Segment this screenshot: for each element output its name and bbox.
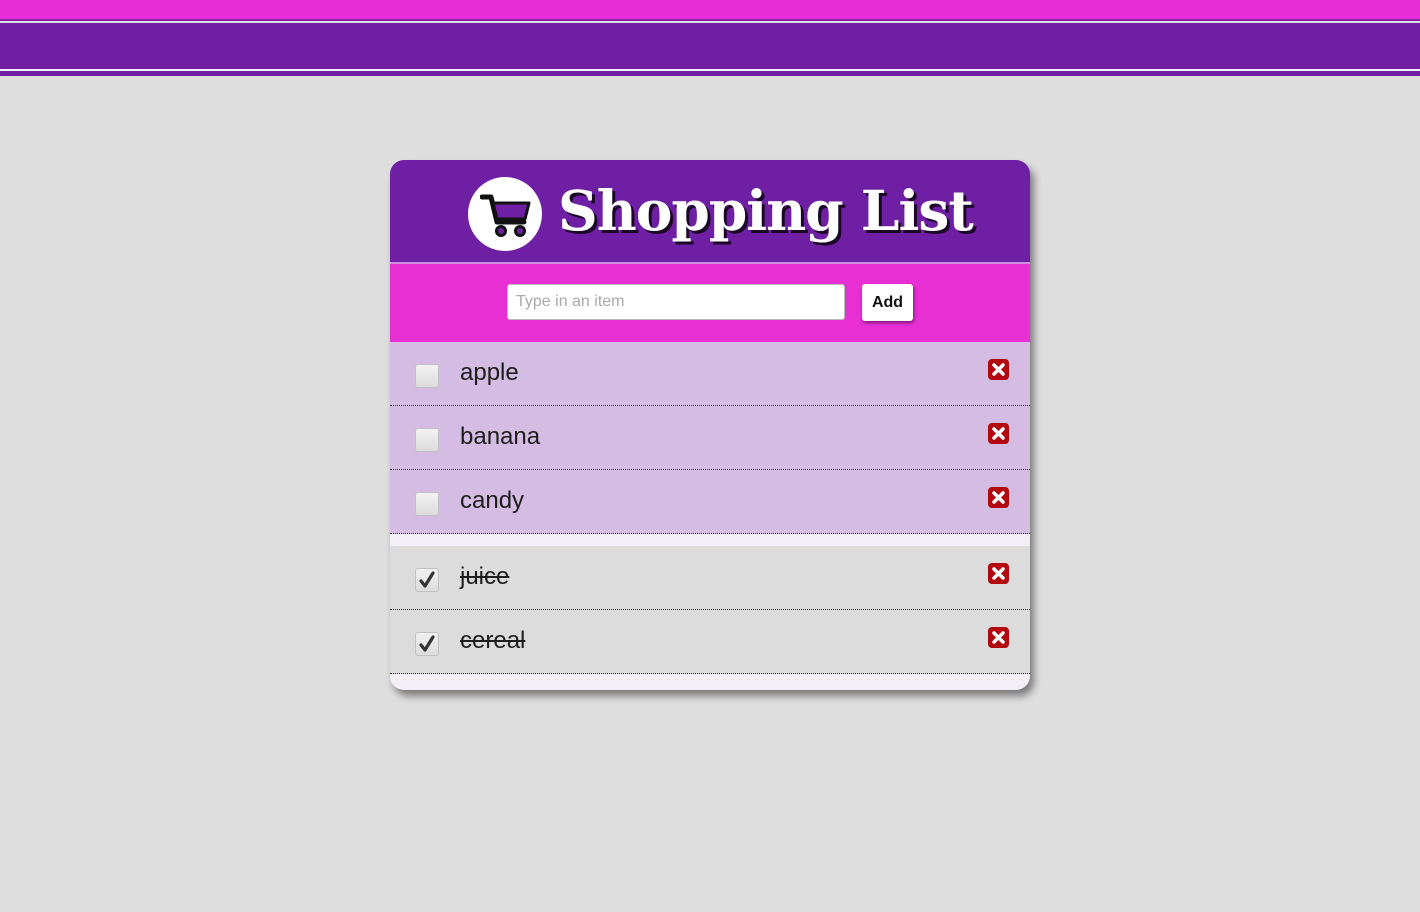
list-item: apple xyxy=(390,342,1030,406)
todo-list: apple banana candy xyxy=(390,342,1030,534)
delete-x-icon[interactable] xyxy=(987,562,1010,585)
item-checkbox[interactable] xyxy=(415,492,439,516)
banner-purple-band xyxy=(0,23,1420,69)
top-banner xyxy=(0,0,1420,76)
item-label: banana xyxy=(460,423,541,450)
check-mark-icon xyxy=(419,635,435,652)
delete-x-icon[interactable] xyxy=(987,422,1010,445)
banner-pink-stripe xyxy=(0,0,1420,19)
done-list: juice cereal xyxy=(390,546,1030,674)
list-item: banana xyxy=(390,406,1030,470)
list-item: juice xyxy=(390,546,1030,610)
delete-x-icon[interactable] xyxy=(987,486,1010,509)
item-label: juice xyxy=(460,563,510,590)
list-item: candy xyxy=(390,470,1030,534)
item-checkbox[interactable] xyxy=(415,364,439,388)
item-label: cereal xyxy=(460,627,526,654)
item-label: candy xyxy=(460,487,525,514)
delete-x-icon[interactable] xyxy=(987,358,1010,381)
add-item-bar: Add xyxy=(390,264,1030,342)
shopping-cart-icon xyxy=(480,194,531,237)
item-input[interactable] xyxy=(507,284,845,320)
banner-divider xyxy=(0,19,1420,21)
banner-bottom-stripe xyxy=(0,71,1420,76)
page-title: Shopping List xyxy=(558,178,974,243)
add-button[interactable]: Add xyxy=(862,284,913,321)
item-checkbox[interactable] xyxy=(415,428,439,452)
list-item: cereal xyxy=(390,610,1030,674)
item-checkbox[interactable] xyxy=(415,632,439,656)
shopping-list-card: Shopping List Add apple banana candy xyxy=(390,160,1030,690)
item-label: apple xyxy=(460,359,519,386)
item-checkbox[interactable] xyxy=(415,568,439,592)
card-header: Shopping List xyxy=(390,160,1030,262)
check-mark-icon xyxy=(419,571,435,588)
cart-badge xyxy=(468,177,542,251)
delete-x-icon[interactable] xyxy=(987,626,1010,649)
